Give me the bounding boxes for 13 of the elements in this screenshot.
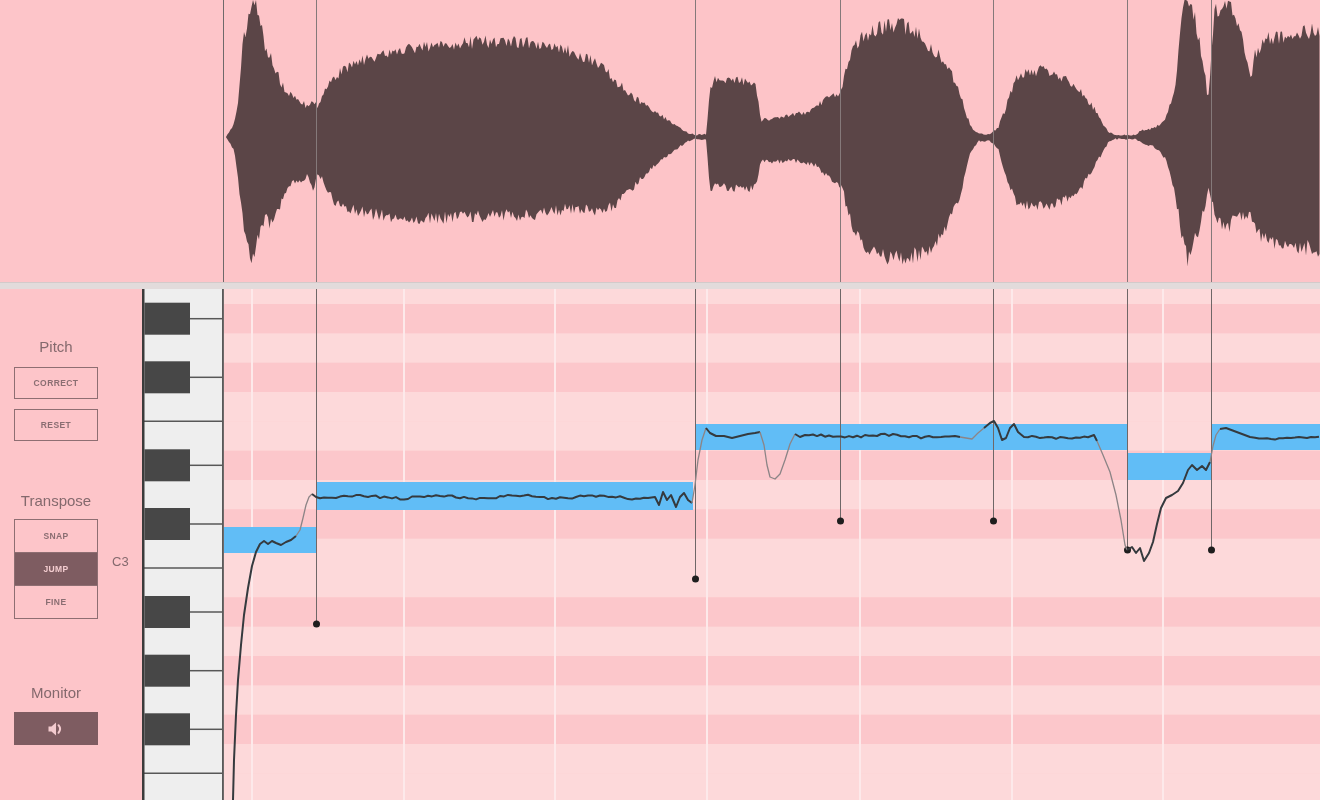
speaker-icon bbox=[48, 721, 64, 736]
reset-button[interactable]: RESET bbox=[14, 409, 98, 441]
note-bar[interactable] bbox=[1211, 424, 1320, 450]
transpose-option[interactable]: SNAP bbox=[15, 520, 97, 552]
section-label: Monitor bbox=[30, 684, 82, 702]
section-label: Pitch bbox=[38, 338, 74, 356]
transpose-option[interactable]: JUMP bbox=[15, 552, 97, 585]
section-label: Transpose bbox=[19, 492, 93, 510]
transpose-option[interactable]: FINE bbox=[15, 585, 97, 618]
monitor-button[interactable] bbox=[14, 712, 98, 745]
note-bar[interactable] bbox=[695, 424, 1127, 450]
note-label: C3 bbox=[112, 554, 129, 570]
correct-button[interactable]: CORRECT bbox=[14, 367, 98, 399]
